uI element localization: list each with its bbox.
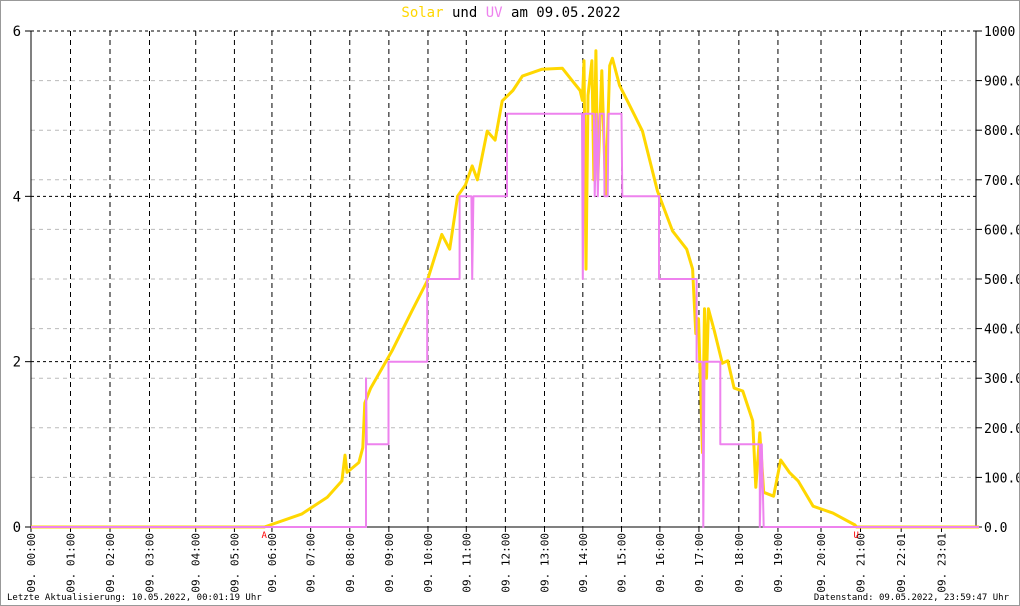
left-tick-label: 0 — [13, 520, 21, 536]
footer-last-update: Letzte Aktualisierung: 10.05.2022, 00:01… — [7, 593, 262, 603]
x-tick-label: 09. 23:01 — [935, 533, 948, 593]
x-tick-label: 09. 04:00 — [190, 533, 203, 593]
x-tick-label: 09. 03:00 — [144, 533, 157, 593]
x-tick-label: 09. 19:00 — [772, 533, 785, 593]
x-tick-label: 09. 08:00 — [344, 533, 357, 593]
x-tick-label: 09. 22:01 — [895, 533, 908, 593]
chart-svg: 0.0 100.0 200.0 300.0 400.0 500.0 600.0 700.0 80… — [13, 24, 1020, 593]
right-tick-label: 0.0 — [984, 521, 1007, 536]
x-tick-label: 09. 09:00 — [383, 533, 396, 593]
right-tick-label: 600.0 — [984, 223, 1020, 238]
x-tick-label: 09. 16:00 — [654, 533, 667, 593]
right-tick-label: 100.0 — [984, 471, 1020, 486]
x-tick-label: 09. 21:00 — [855, 533, 868, 593]
chart-frame: Solar und UV am 09.05.2022 0.0 100.0 200.0… — [0, 0, 1020, 606]
right-tick-label: 300.0 — [984, 372, 1020, 387]
footer-data-status: Datenstand: 09.05.2022, 23:59:47 Uhr — [813, 593, 1009, 603]
x-tick-label: 09. 07:00 — [305, 533, 318, 593]
x-tick-label: 09. 14:00 — [577, 533, 590, 593]
left-tick-label: 4 — [13, 189, 21, 205]
x-tick-label: 09. 10:00 — [422, 533, 435, 593]
right-tick-label: 700.0 — [984, 174, 1020, 189]
x-tick-label: 09. 01:00 — [65, 533, 78, 593]
x-tick-label: 09. 18:00 — [733, 533, 746, 593]
left-tick-label: 2 — [13, 355, 21, 371]
right-tick-label: 1000 — [984, 25, 1015, 40]
marker-u: U — [854, 531, 859, 541]
x-tick-label: 09. 15:00 — [616, 533, 629, 593]
x-tick-label: 09. 20:00 — [815, 533, 828, 593]
right-tick-label: 500.0 — [984, 273, 1020, 288]
right-tick-label: 200.0 — [984, 422, 1020, 437]
x-tick-label: 09. 17:00 — [693, 533, 706, 593]
right-tick-label: 800.0 — [984, 124, 1020, 139]
marker-a: A — [261, 531, 267, 541]
x-tick-label: 09. 00:00 — [25, 533, 38, 593]
x-tick-label: 09. 11:00 — [460, 533, 473, 593]
x-tick-label: 09. 13:00 — [539, 533, 552, 593]
x-tick-label: 09. 02:00 — [104, 533, 117, 593]
x-tick-label: 09. 05:00 — [228, 533, 241, 593]
right-tick-label: 400.0 — [984, 323, 1020, 338]
right-tick-label: 900.0 — [984, 75, 1020, 90]
x-tick-label: 09. 12:00 — [499, 533, 512, 593]
x-tick-label: 09. 06:00 — [266, 533, 279, 593]
left-tick-label: 6 — [13, 24, 21, 40]
